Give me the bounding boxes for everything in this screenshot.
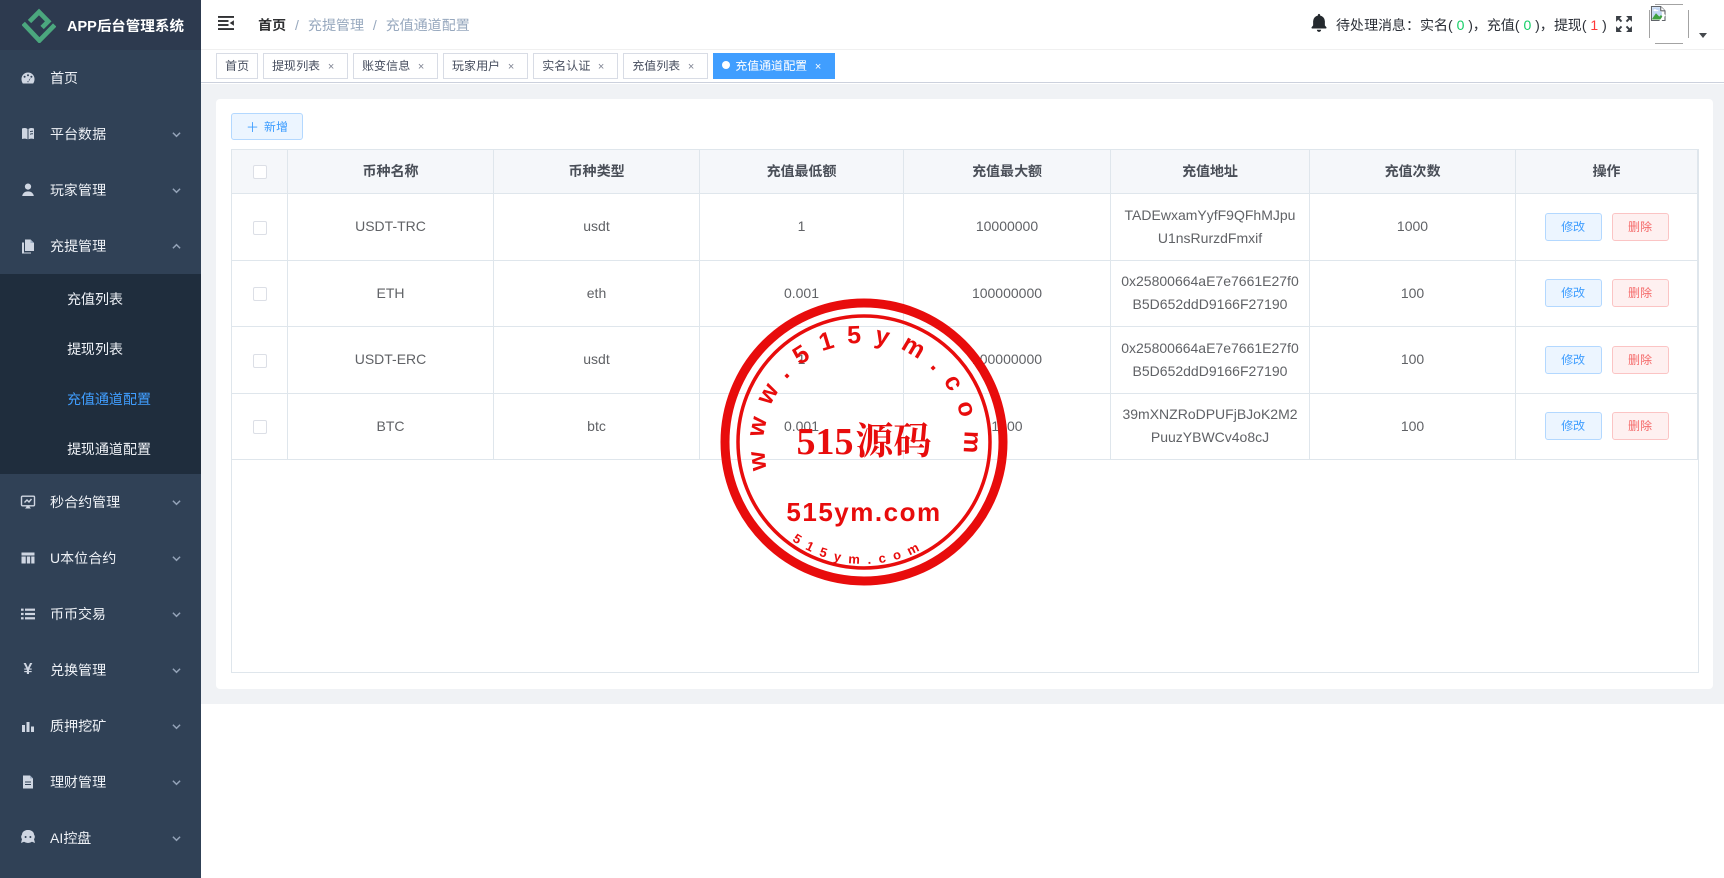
svg-text:515ym.com: 515ym.com: [786, 497, 941, 527]
svg-text:515源码: 515源码: [796, 410, 931, 465]
